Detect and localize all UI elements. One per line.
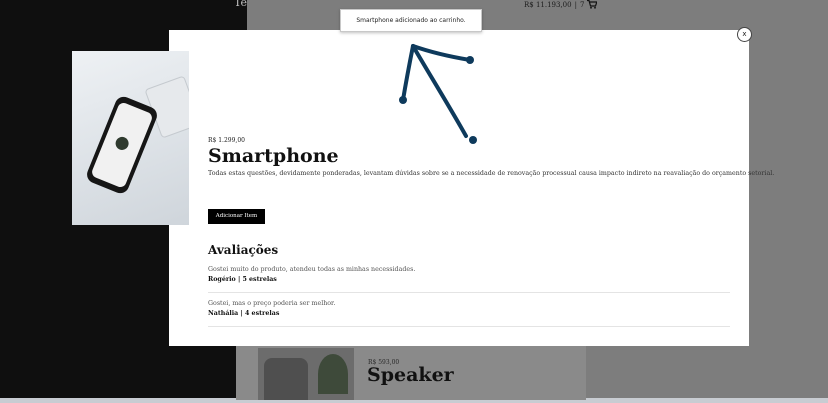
reviews-heading: Avaliações <box>208 243 279 257</box>
review-meta: Nathália | 4 estrelas <box>208 310 730 317</box>
review-text: Gostei, mas o preço poderia ser melhor. <box>208 300 336 307</box>
cart-icon[interactable] <box>587 0 598 9</box>
smartphone-product-image <box>72 51 189 225</box>
product-description: Todas estas questões, devidamente ponder… <box>208 170 775 177</box>
add-item-button[interactable]: Adicionar Item <box>208 209 265 224</box>
cart-separator: | <box>574 0 577 9</box>
review-separator: | <box>237 276 241 283</box>
review-author: Nathália <box>208 310 239 317</box>
product-price: R$ 1.299,00 <box>208 137 245 144</box>
review-rating: 4 estrelas <box>244 310 280 317</box>
cart-total: R$ 11.193,00 <box>524 0 572 9</box>
speaker-name: Speaker <box>367 364 454 386</box>
cart-summary[interactable]: R$ 11.193,00 | 7 <box>524 0 598 9</box>
review-item: Gostei, mas o preço poderia ser melhor. … <box>208 300 730 317</box>
page-title-partial: Te <box>234 0 247 9</box>
product-modal <box>169 30 749 346</box>
review-author: Rogério <box>208 276 236 283</box>
product-title: Smartphone <box>208 145 339 167</box>
review-meta: Rogério | 5 estrelas <box>208 276 730 283</box>
cart-count: 7 <box>579 0 585 9</box>
review-divider <box>208 326 730 327</box>
speaker-product-image <box>258 348 354 400</box>
review-separator: | <box>240 310 243 317</box>
close-modal-button[interactable]: x <box>737 27 752 42</box>
review-divider <box>208 292 730 293</box>
review-rating: 5 estrelas <box>242 276 277 283</box>
toast-notification: Smartphone adicionado ao carrinho. <box>340 9 482 32</box>
review-text: Gostei muito do produto, atendeu todas a… <box>208 266 416 273</box>
review-item: Gostei muito do produto, atendeu todas a… <box>208 266 730 283</box>
